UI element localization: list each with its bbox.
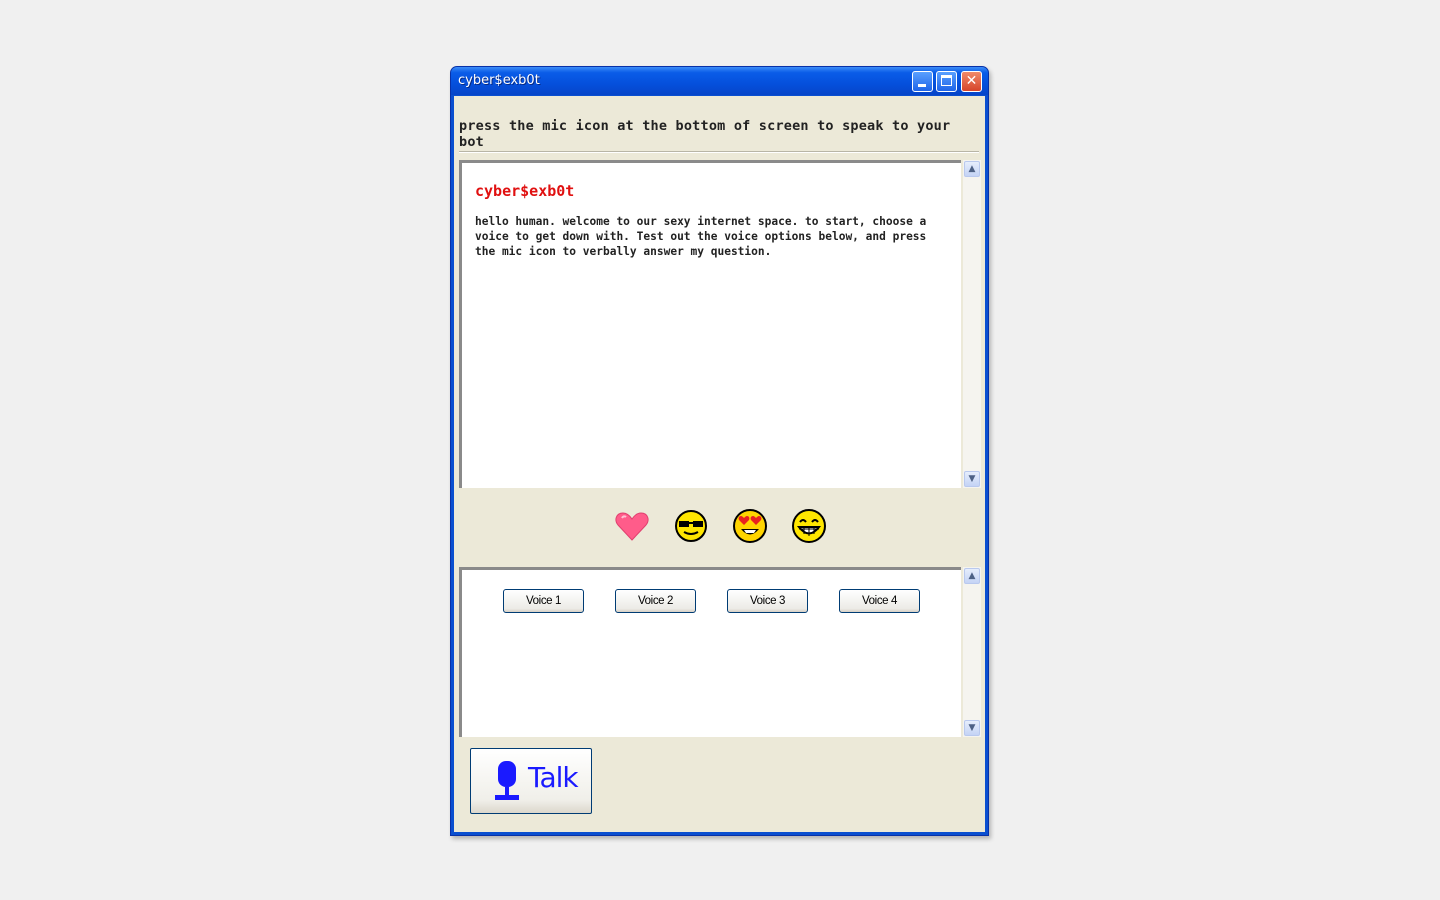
minimize-icon [918, 84, 926, 87]
close-button[interactable]: ✕ [961, 71, 982, 92]
scroll-down-arrow-icon[interactable]: ▼ [964, 471, 980, 487]
scroll-down-arrow-icon[interactable]: ▼ [964, 720, 980, 736]
chat-panel[interactable]: cyber$exb0t hello human. welcome to our … [459, 160, 961, 488]
chat-sender-name: cyber$exb0t [475, 182, 575, 200]
voice-scrollbar[interactable]: ▲ ▼ [963, 567, 981, 737]
heart-icon[interactable] [614, 508, 650, 544]
emoji-row [614, 508, 834, 548]
title-bar[interactable]: cyber$exb0t ✕ [451, 67, 988, 95]
instruction-text: press the mic icon at the bottom of scre… [459, 118, 951, 150]
microphone-icon [495, 761, 519, 800]
voice-4-button[interactable]: Voice 4 [839, 589, 920, 613]
app-window: cyber$exb0t ✕ press the mic icon at the … [450, 66, 989, 836]
talk-button-label: Talk [528, 761, 579, 794]
header-separator [459, 151, 979, 153]
voice-1-button[interactable]: Voice 1 [503, 589, 584, 613]
maximize-button[interactable] [936, 71, 957, 92]
grinning-face-icon[interactable] [791, 508, 827, 544]
window-client-area: press the mic icon at the bottom of scre… [454, 96, 985, 832]
voice-panel[interactable]: Voice 1 Voice 2 Voice 3 Voice 4 [459, 567, 961, 737]
maximize-icon [941, 75, 952, 86]
heart-eyes-face-icon[interactable] [732, 508, 768, 544]
voice-2-button[interactable]: Voice 2 [615, 589, 696, 613]
close-icon: ✕ [965, 73, 978, 89]
chat-message: hello human. welcome to our sexy interne… [475, 215, 927, 258]
talk-button[interactable]: Talk [470, 748, 592, 814]
scroll-up-arrow-icon[interactable]: ▲ [964, 568, 980, 584]
minimize-button[interactable] [912, 71, 933, 92]
voice-3-button[interactable]: Voice 3 [727, 589, 808, 613]
sunglasses-face-icon[interactable] [673, 508, 709, 544]
window-title: cyber$exb0t [458, 73, 540, 88]
chat-scrollbar[interactable]: ▲ ▼ [963, 160, 981, 488]
scroll-up-arrow-icon[interactable]: ▲ [964, 161, 980, 177]
